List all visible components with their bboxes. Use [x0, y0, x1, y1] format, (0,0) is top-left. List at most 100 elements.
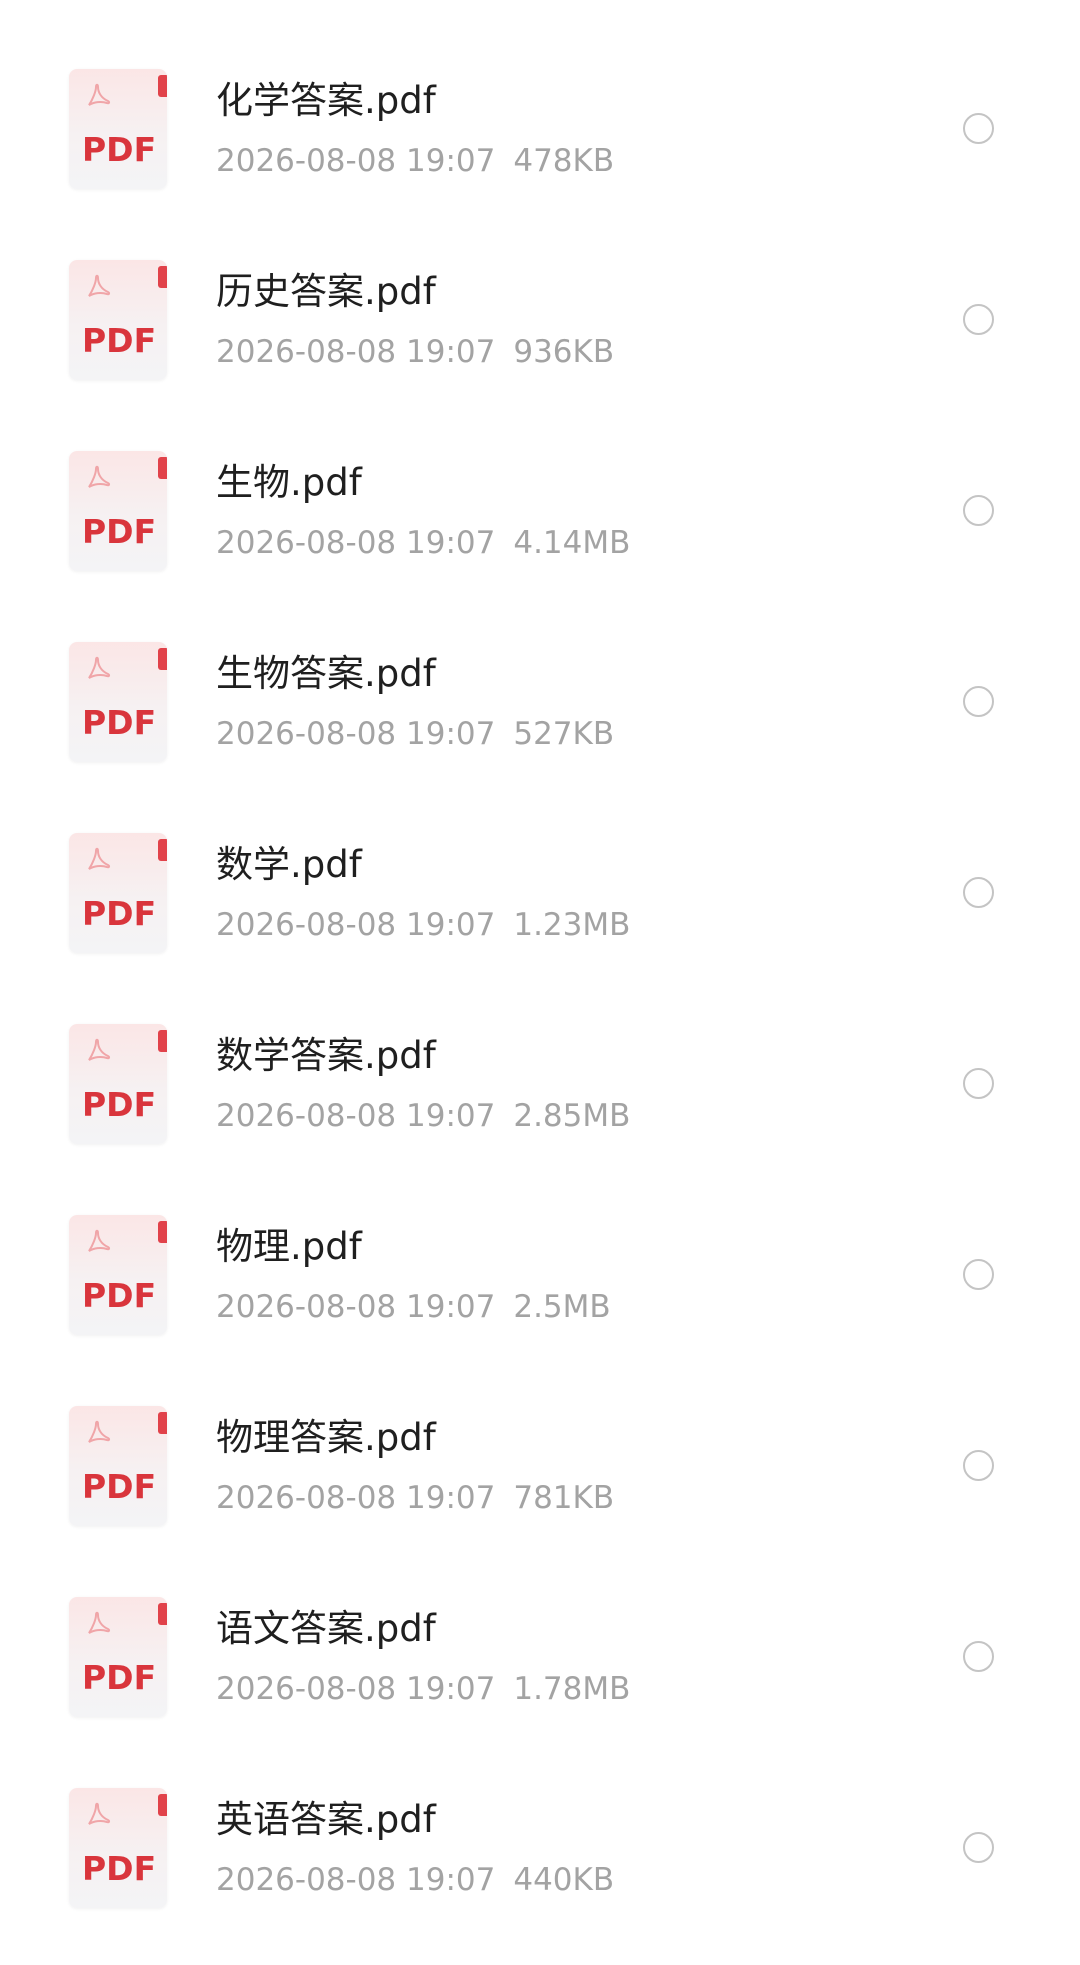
- file-date: 2026-08-08 19:07: [216, 1671, 496, 1707]
- pdf-corner-tab: [158, 839, 167, 861]
- pdf-label: PDF: [82, 1467, 157, 1506]
- pdf-label: PDF: [82, 512, 157, 551]
- radio-unchecked-icon[interactable]: [963, 1068, 994, 1099]
- pdf-label: PDF: [82, 130, 157, 169]
- file-meta: 2026-08-08 19:07 2.5MB: [216, 1292, 611, 1323]
- file-size: 527KB: [513, 716, 615, 752]
- radio-unchecked-icon[interactable]: [963, 495, 994, 526]
- file-size: 4.14MB: [513, 525, 631, 561]
- file-size: 936KB: [513, 334, 615, 370]
- pdf-label: PDF: [82, 1849, 157, 1888]
- pdf-file-icon: PDF: [69, 1788, 167, 1908]
- file-size: 2.5MB: [513, 1289, 611, 1325]
- pdf-corner-tab: [158, 75, 167, 97]
- file-meta: 2026-08-08 19:07 2.85MB: [216, 1101, 630, 1132]
- pdf-label: PDF: [82, 321, 157, 360]
- pdf-corner-tab: [158, 1603, 167, 1625]
- acrobat-icon: [88, 1611, 111, 1634]
- file-date: 2026-08-08 19:07: [216, 716, 496, 752]
- acrobat-icon: [88, 1038, 111, 1061]
- pdf-file-icon: PDF: [69, 1406, 167, 1526]
- acrobat-icon: [88, 847, 111, 870]
- radio-unchecked-icon[interactable]: [963, 113, 994, 144]
- pdf-label: PDF: [82, 1085, 157, 1124]
- file-date: 2026-08-08 19:07: [216, 143, 496, 179]
- file-meta: 2026-08-08 19:07 1.78MB: [216, 1674, 630, 1705]
- file-name: 历史答案.pdf: [216, 270, 436, 313]
- file-date: 2026-08-08 19:07: [216, 334, 496, 370]
- file-date: 2026-08-08 19:07: [216, 1098, 496, 1134]
- pdf-label: PDF: [82, 894, 157, 933]
- file-name: 生物.pdf: [216, 461, 362, 504]
- pdf-file-icon: PDF: [69, 69, 167, 189]
- pdf-label: PDF: [82, 703, 157, 742]
- file-size: 478KB: [513, 143, 615, 179]
- file-name: 化学答案.pdf: [216, 79, 436, 122]
- file-row[interactable]: PDF 物理答案.pdf 2026-08-08 19:07 781KB: [0, 1337, 1080, 1528]
- file-size: 440KB: [513, 1862, 615, 1898]
- pdf-file-icon: PDF: [69, 833, 167, 953]
- file-name: 物理答案.pdf: [216, 1416, 436, 1459]
- radio-unchecked-icon[interactable]: [963, 1450, 994, 1481]
- file-meta: 2026-08-08 19:07 440KB: [216, 1865, 614, 1896]
- pdf-label: PDF: [82, 1658, 157, 1697]
- pdf-file-icon: PDF: [69, 260, 167, 380]
- file-size: 1.78MB: [513, 1671, 631, 1707]
- file-row[interactable]: PDF 物理.pdf 2026-08-08 19:07 2.5MB: [0, 1146, 1080, 1337]
- file-meta: 2026-08-08 19:07 527KB: [216, 719, 614, 750]
- file-meta: 2026-08-08 19:07 936KB: [216, 337, 614, 368]
- file-list: PDF 化学答案.pdf 2026-08-08 19:07 478KB PDF 历…: [0, 0, 1080, 1965]
- file-size: 1.23MB: [513, 907, 631, 943]
- file-meta: 2026-08-08 19:07 781KB: [216, 1483, 614, 1514]
- acrobat-icon: [88, 1802, 111, 1825]
- acrobat-icon: [88, 1229, 111, 1252]
- file-name: 数学.pdf: [216, 843, 362, 886]
- file-size: 781KB: [513, 1480, 615, 1516]
- pdf-corner-tab: [158, 457, 167, 479]
- file-row[interactable]: PDF 数学答案.pdf 2026-08-08 19:07 2.85MB: [0, 955, 1080, 1146]
- acrobat-icon: [88, 1420, 111, 1443]
- file-name: 物理.pdf: [216, 1225, 362, 1268]
- acrobat-icon: [88, 656, 111, 679]
- pdf-corner-tab: [158, 1030, 167, 1052]
- radio-unchecked-icon[interactable]: [963, 304, 994, 335]
- file-date: 2026-08-08 19:07: [216, 525, 496, 561]
- file-row[interactable]: PDF 生物.pdf 2026-08-08 19:07 4.14MB: [0, 382, 1080, 573]
- acrobat-icon: [88, 83, 111, 106]
- file-date: 2026-08-08 19:07: [216, 1289, 496, 1325]
- file-row[interactable]: PDF 历史答案.pdf 2026-08-08 19:07 936KB: [0, 191, 1080, 382]
- file-date: 2026-08-08 19:07: [216, 1480, 496, 1516]
- radio-unchecked-icon[interactable]: [963, 1641, 994, 1672]
- pdf-file-icon: PDF: [69, 1024, 167, 1144]
- pdf-file-icon: PDF: [69, 1597, 167, 1717]
- pdf-corner-tab: [158, 266, 167, 288]
- pdf-corner-tab: [158, 1412, 167, 1434]
- file-row[interactable]: PDF 英语答案.pdf 2026-08-08 19:07 440KB: [0, 1719, 1080, 1910]
- file-name: 数学答案.pdf: [216, 1034, 436, 1077]
- pdf-file-icon: PDF: [69, 642, 167, 762]
- radio-unchecked-icon[interactable]: [963, 686, 994, 717]
- pdf-file-icon: PDF: [69, 1215, 167, 1335]
- file-date: 2026-08-08 19:07: [216, 1862, 496, 1898]
- file-row[interactable]: PDF 生物答案.pdf 2026-08-08 19:07 527KB: [0, 573, 1080, 764]
- pdf-corner-tab: [158, 1794, 167, 1816]
- file-size: 2.85MB: [513, 1098, 631, 1134]
- file-name: 生物答案.pdf: [216, 652, 436, 695]
- file-name: 英语答案.pdf: [216, 1798, 436, 1841]
- file-row[interactable]: PDF 化学答案.pdf 2026-08-08 19:07 478KB: [0, 0, 1080, 191]
- acrobat-icon: [88, 274, 111, 297]
- acrobat-icon: [88, 465, 111, 488]
- radio-unchecked-icon[interactable]: [963, 1832, 994, 1863]
- file-name: 语文答案.pdf: [216, 1607, 436, 1650]
- pdf-file-icon: PDF: [69, 451, 167, 571]
- file-date: 2026-08-08 19:07: [216, 907, 496, 943]
- pdf-corner-tab: [158, 648, 167, 670]
- file-row[interactable]: PDF 数学.pdf 2026-08-08 19:07 1.23MB: [0, 764, 1080, 955]
- file-meta: 2026-08-08 19:07 1.23MB: [216, 910, 630, 941]
- pdf-label: PDF: [82, 1276, 157, 1315]
- radio-unchecked-icon[interactable]: [963, 877, 994, 908]
- file-meta: 2026-08-08 19:07 478KB: [216, 146, 614, 177]
- file-meta: 2026-08-08 19:07 4.14MB: [216, 528, 630, 559]
- file-row[interactable]: PDF 语文答案.pdf 2026-08-08 19:07 1.78MB: [0, 1528, 1080, 1719]
- radio-unchecked-icon[interactable]: [963, 1259, 994, 1290]
